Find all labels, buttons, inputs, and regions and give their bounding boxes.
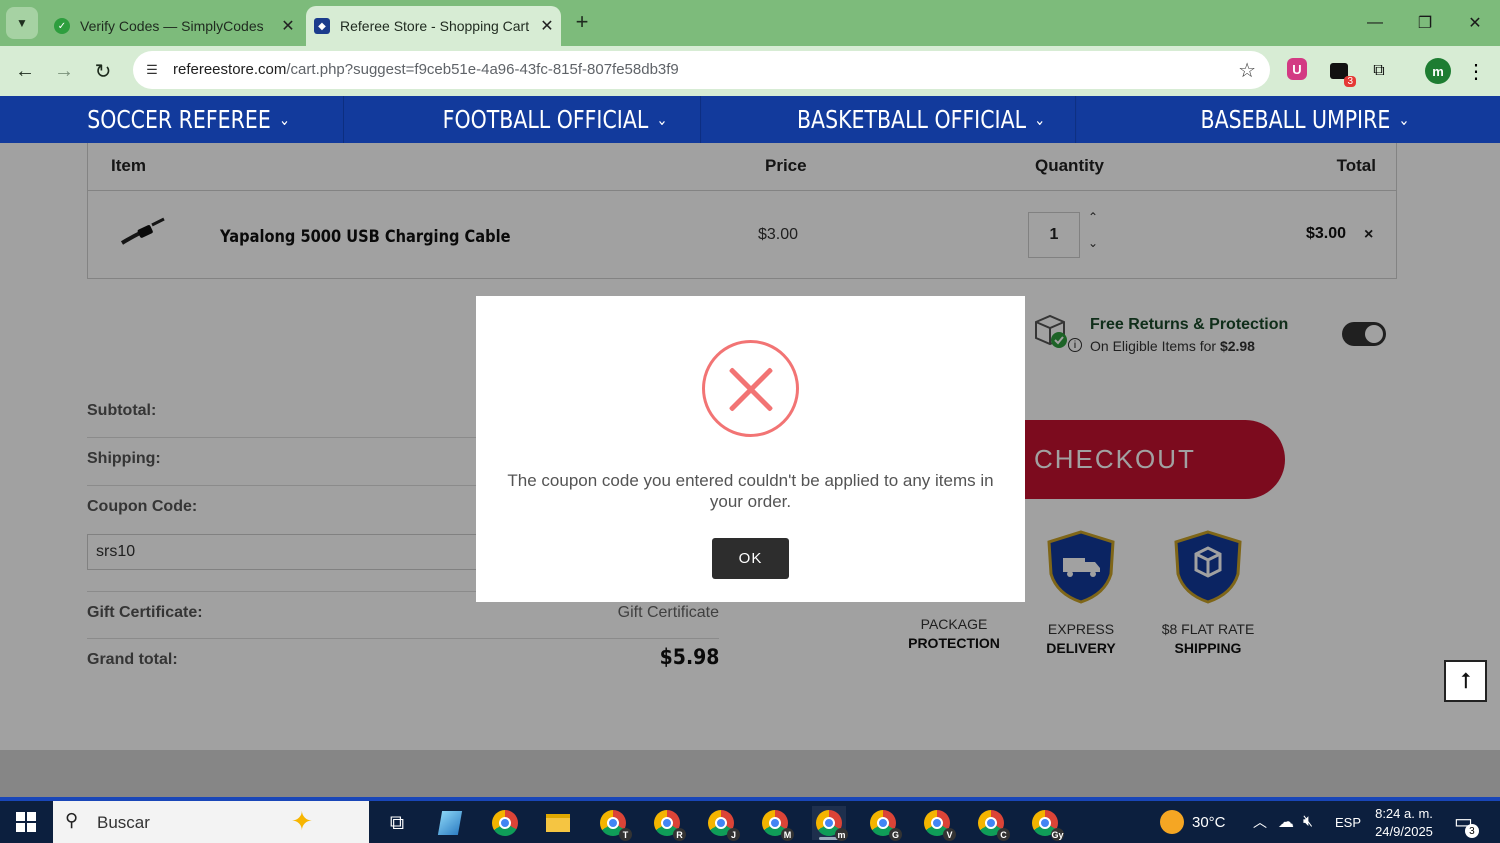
chrome-profile-active-icon[interactable]: m xyxy=(812,806,848,841)
coupon-error-dialog: The coupon code you entered couldn't be … xyxy=(476,296,1025,602)
close-tab-icon[interactable]: ✕ xyxy=(533,16,561,36)
ublock-extension-icon[interactable]: U xyxy=(1287,58,1307,80)
tray-chevron-up-icon[interactable]: ︿ xyxy=(1253,801,1267,843)
chrome-profile-r-icon[interactable]: R xyxy=(650,806,686,841)
chrome-profile-j-icon[interactable]: J xyxy=(704,806,740,841)
chrome-profile-gy-icon[interactable]: Gy xyxy=(1028,806,1064,841)
browser-toolbar: ← → ↻ ☰ refereestore.com/cart.php?sugges… xyxy=(0,46,1500,96)
bookmark-star-icon[interactable]: ☆ xyxy=(1238,58,1256,83)
category-nav: SOCCER REFEREE ⌄ FOOTBALL OFFICIAL ⌄ BASKE… xyxy=(0,96,1500,143)
windows-start-icon[interactable] xyxy=(0,801,52,843)
windows-taskbar: ⚲ Buscar ✦ ⧉ T R J M m G V C Gy 30°C ︿ ☁… xyxy=(0,797,1500,843)
tab-title: Referee Store - Shopping Cart xyxy=(340,18,530,34)
restore-window-icon[interactable]: ❐ xyxy=(1400,0,1450,46)
notifications-icon[interactable]: ▭ 3 xyxy=(1454,809,1479,838)
system-clock[interactable]: 8:24 a. m. 24/9/2025 xyxy=(1370,805,1438,841)
ok-button[interactable]: OK xyxy=(712,538,789,579)
address-bar[interactable]: ☰ refereestore.com/cart.php?suggest=f9ce… xyxy=(133,51,1270,89)
taskbar-search-box[interactable]: ⚲ Buscar ✦ xyxy=(53,801,369,843)
chrome-profile-t-icon[interactable]: T xyxy=(596,806,632,841)
minimize-window-icon[interactable]: — xyxy=(1350,0,1400,46)
chrome-profile-m-icon[interactable]: M xyxy=(758,806,794,841)
notepad-app-icon[interactable] xyxy=(433,806,467,840)
chrome-app-icon[interactable] xyxy=(488,806,522,840)
site-settings-icon[interactable]: ☰ xyxy=(141,59,163,81)
chevron-down-icon: ▼ xyxy=(16,16,28,30)
simplycodes-favicon-icon: ✓ xyxy=(54,18,70,34)
chevron-down-icon: ⌄ xyxy=(1398,110,1410,129)
reload-icon[interactable]: ↻ xyxy=(87,55,119,87)
close-tab-icon[interactable]: ✕ xyxy=(274,16,302,36)
chevron-down-icon: ⌄ xyxy=(656,110,668,129)
extensions-puzzle-icon[interactable]: ⧉ xyxy=(1366,58,1392,84)
chrome-profile-v-icon[interactable]: V xyxy=(920,806,956,841)
scroll-to-top-button[interactable]: ⭡ xyxy=(1444,660,1487,702)
weather-sun-icon xyxy=(1160,810,1184,834)
tab-search-button[interactable]: ▼ xyxy=(6,7,38,39)
tab-simplycodes[interactable]: ✓ Verify Codes — SimplyCodes ✕ xyxy=(46,6,302,46)
close-window-icon[interactable]: ✕ xyxy=(1450,0,1500,46)
chrome-profile-c-icon[interactable]: C xyxy=(974,806,1010,841)
arrow-up-icon: ⭡ xyxy=(1460,668,1471,693)
dialog-message: The coupon code you entered couldn't be … xyxy=(507,471,994,511)
error-x-icon xyxy=(702,340,799,437)
search-placeholder: Buscar xyxy=(97,813,150,832)
task-view-icon[interactable]: ⧉ xyxy=(380,806,414,840)
nav-baseball-umpire[interactable]: BASEBALL UMPIRE ⌄ xyxy=(1145,96,1465,143)
chevron-down-icon: ⌄ xyxy=(1034,110,1046,129)
shield-favicon-icon: ◆ xyxy=(314,18,330,34)
tab-referee-store[interactable]: ◆ Referee Store - Shopping Cart ✕ xyxy=(306,6,561,46)
language-indicator[interactable]: ESP xyxy=(1335,801,1361,843)
chevron-down-icon: ⌄ xyxy=(278,110,290,129)
extension-badge: 3 xyxy=(1344,76,1356,87)
chrome-profile-g-icon[interactable]: G xyxy=(866,806,902,841)
back-arrow-icon[interactable]: ← xyxy=(9,55,41,87)
profile-avatar[interactable]: m xyxy=(1425,58,1451,84)
simplycodes-extension-icon[interactable]: 3 xyxy=(1326,58,1356,87)
nav-soccer-referee[interactable]: SOCCER REFEREE ⌄ xyxy=(34,96,344,143)
onedrive-cloud-icon[interactable]: ☁ xyxy=(1278,801,1294,843)
file-explorer-icon[interactable] xyxy=(541,806,575,840)
tab-title: Verify Codes — SimplyCodes xyxy=(80,18,264,34)
forward-arrow-icon[interactable]: → xyxy=(48,55,80,87)
nav-football-official[interactable]: FOOTBALL OFFICIAL ⌄ xyxy=(410,96,702,143)
volume-muted-icon[interactable]: 🔇︎ xyxy=(1303,801,1313,843)
search-icon: ⚲ xyxy=(65,810,79,830)
browser-tab-bar: ▼ ✓ Verify Codes — SimplyCodes ✕ ◆ Refer… xyxy=(0,0,1500,46)
nav-basketball-official[interactable]: BASKETBALL OFFICIAL ⌄ xyxy=(767,96,1077,143)
menu-kebab-icon[interactable]: ⋮ xyxy=(1463,58,1489,84)
new-tab-plus-icon[interactable]: + xyxy=(568,8,596,36)
copilot-sparkle-icon: ✦ xyxy=(291,806,313,836)
weather-widget[interactable]: 30°C xyxy=(1160,801,1226,843)
url-text: refereestore.com/cart.php?suggest=f9ceb5… xyxy=(173,61,679,78)
